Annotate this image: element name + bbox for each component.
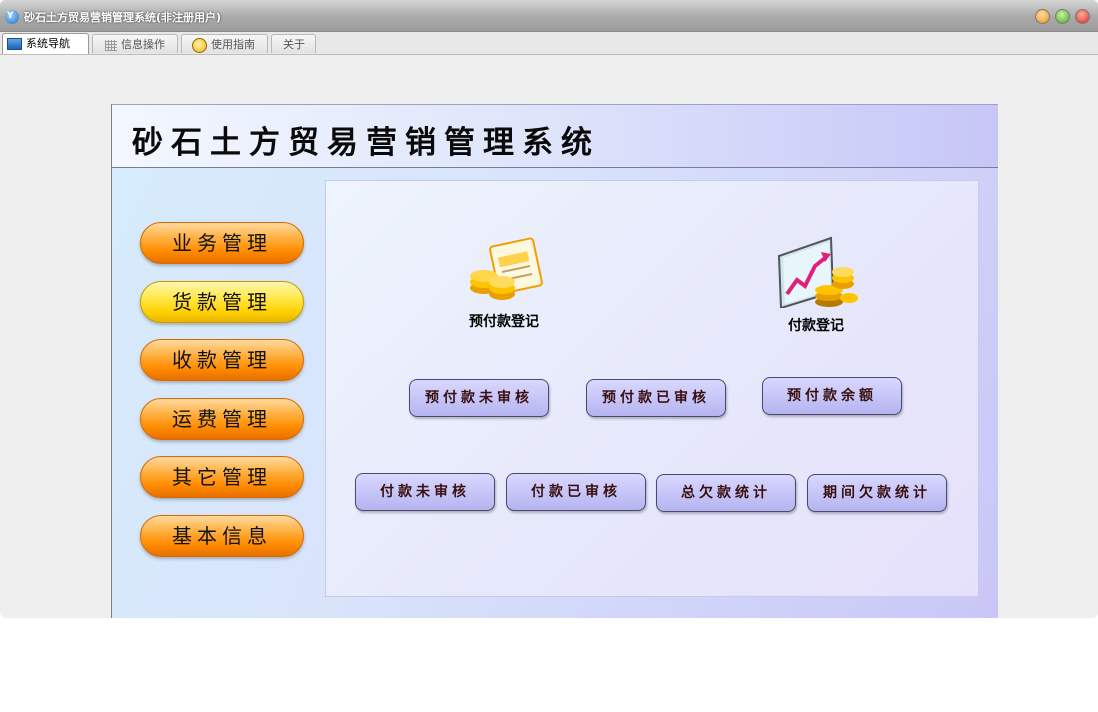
prepayment-register-feature[interactable]: 预付款登记 bbox=[444, 236, 564, 331]
minimize-button[interactable] bbox=[1035, 9, 1050, 24]
tab-user-guide[interactable]: 使用指南 bbox=[181, 34, 268, 53]
tab-about[interactable]: 关于 bbox=[271, 34, 316, 53]
tab-system-navigation[interactable]: 系统导航 bbox=[2, 33, 89, 54]
monitor-icon bbox=[7, 38, 22, 50]
sidebar-item-basic-info[interactable]: 基本信息 bbox=[140, 515, 304, 557]
app-window: Y 砂石土方贸易营销管理系统(非注册用户) 系统导航 信息操作 使用指南 关于 … bbox=[0, 0, 1098, 618]
tab-bar: 系统导航 信息操作 使用指南 关于 bbox=[0, 32, 1098, 55]
coins-card-icon bbox=[470, 237, 543, 300]
payment-register-feature[interactable]: 付款登记 bbox=[756, 236, 876, 335]
app-logo-icon: Y bbox=[5, 10, 19, 24]
maximize-button[interactable] bbox=[1055, 9, 1070, 24]
prepayment-reviewed-button[interactable]: 预付款已审核 bbox=[586, 379, 726, 417]
sidebar-item-freight-management[interactable]: 运费管理 bbox=[140, 398, 304, 440]
navigation-panel: 砂石土方贸易营销管理系统 业务管理 货款管理 收款管理 运费管理 其它管理 基本… bbox=[111, 104, 998, 618]
prepayment-balance-button[interactable]: 预付款余额 bbox=[762, 377, 902, 415]
sidebar-item-payment-management[interactable]: 货款管理 bbox=[140, 281, 304, 323]
sidebar-item-receipt-management[interactable]: 收款管理 bbox=[140, 339, 304, 381]
tab-label: 信息操作 bbox=[121, 38, 165, 51]
sidebar-item-other-management[interactable]: 其它管理 bbox=[140, 456, 304, 498]
total-arrears-stats-button[interactable]: 总欠款统计 bbox=[656, 474, 796, 512]
tab-label: 关于 bbox=[283, 38, 305, 51]
close-button[interactable] bbox=[1075, 9, 1090, 24]
sidebar-item-business-management[interactable]: 业务管理 bbox=[140, 222, 304, 264]
feature-label: 付款登记 bbox=[788, 318, 844, 334]
payment-unreviewed-button[interactable]: 付款未审核 bbox=[355, 473, 495, 511]
prepayment-unreviewed-button[interactable]: 预付款未审核 bbox=[409, 379, 549, 417]
tab-info-operations[interactable]: 信息操作 bbox=[92, 34, 178, 53]
period-arrears-stats-button[interactable]: 期间欠款统计 bbox=[807, 474, 947, 512]
panel-header: 砂石土方贸易营销管理系统 bbox=[112, 105, 998, 168]
payment-reviewed-button[interactable]: 付款已审核 bbox=[506, 473, 646, 511]
grid-icon bbox=[105, 39, 117, 51]
window-title: 砂石土方贸易营销管理系统(非注册用户) bbox=[24, 11, 222, 24]
chart-coins-icon bbox=[777, 236, 858, 310]
help-bulb-icon bbox=[192, 37, 207, 53]
tab-label: 系统导航 bbox=[26, 37, 70, 50]
panel-title: 砂石土方贸易营销管理系统 bbox=[132, 125, 600, 161]
feature-label: 预付款登记 bbox=[469, 314, 539, 330]
tab-label: 使用指南 bbox=[211, 38, 255, 51]
content-area: 预付款登记 付款登记 预付款未审核 预付款已审核 预付款余额 付款未审核 付款已… bbox=[325, 180, 979, 597]
title-bar: Y 砂石土方贸易营销管理系统(非注册用户) bbox=[0, 0, 1098, 32]
